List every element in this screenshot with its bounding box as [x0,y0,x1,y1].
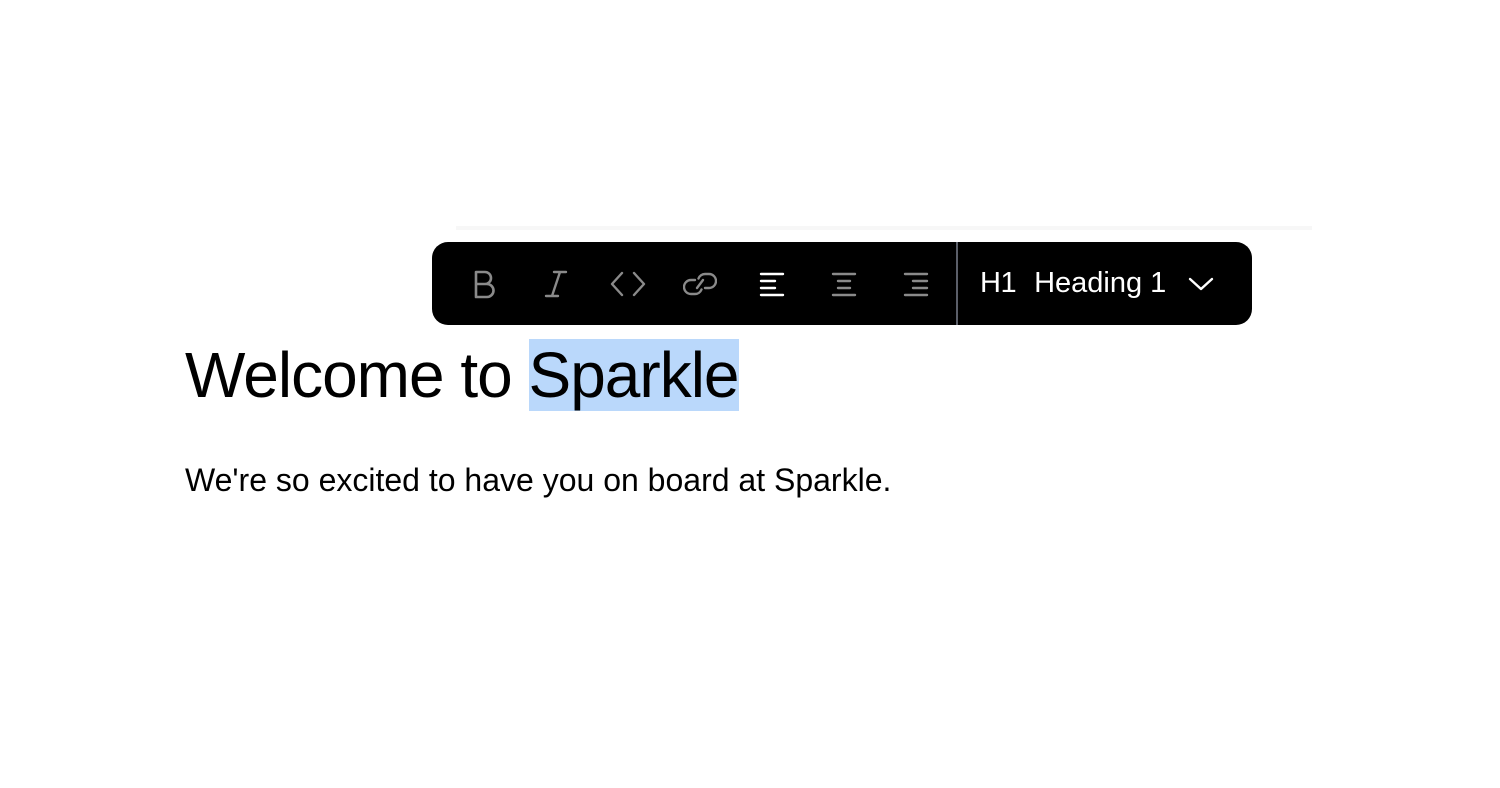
italic-button[interactable] [520,242,592,325]
align-center-icon [830,270,858,298]
align-left-button[interactable] [736,242,808,325]
code-icon [610,269,646,299]
chevron-down-icon [1188,276,1214,292]
toolbar-shadow [456,226,1312,230]
italic-icon [543,269,569,299]
block-type-short-label: H1 [980,267,1017,299]
align-center-button[interactable] [808,242,880,325]
link-icon [683,269,717,299]
floating-format-toolbar: H1 Heading 1 [432,242,1252,325]
block-type-dropdown[interactable]: H1 Heading 1 [958,242,1214,325]
editor-content[interactable]: Welcome to Sparkle [185,336,740,414]
heading-text: Welcome to [185,339,529,411]
block-type-label: Heading 1 [1034,267,1167,299]
selected-text: Sparkle [528,339,740,411]
align-right-button[interactable] [880,242,952,325]
link-button[interactable] [664,242,736,325]
bold-icon [471,269,497,299]
document-heading[interactable]: Welcome to Sparkle [185,336,740,414]
bold-button[interactable] [448,242,520,325]
document-paragraph[interactable]: We're so excited to have you on board at… [185,458,891,502]
align-left-icon [758,270,786,298]
align-right-icon [902,270,930,298]
code-button[interactable] [592,242,664,325]
editor-page: H1 Heading 1 Welcome to Sparkle We're so… [0,0,1500,788]
